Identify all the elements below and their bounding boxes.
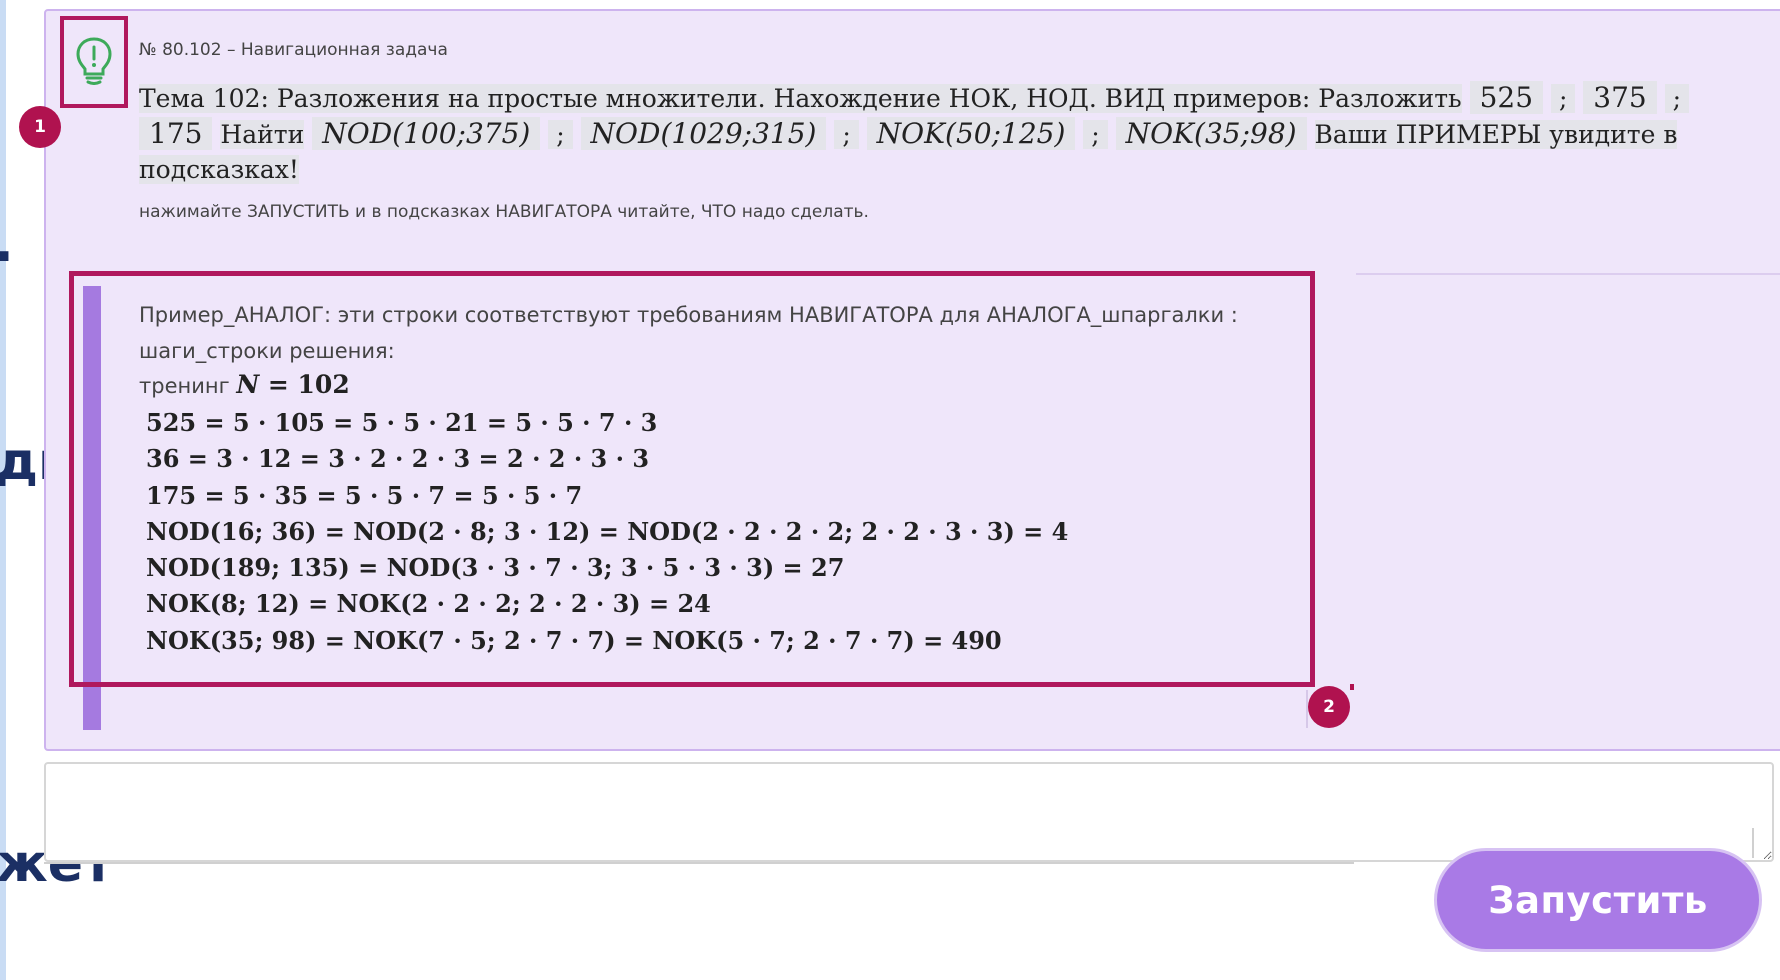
run-button[interactable]: Запустить <box>1434 848 1762 952</box>
topic-number: 375 <box>1583 81 1657 114</box>
topic-formula: NOD(1029;315) <box>580 117 827 150</box>
topic-separator: ; <box>1083 120 1108 149</box>
example-steps: 525 = 5 · 105 = 5 · 5 · 21 = 5 · 5 · 7 ·… <box>146 405 1068 659</box>
annotation-dot <box>1350 684 1354 690</box>
topic-separator: ; <box>548 120 573 149</box>
solution-step: 175 = 5 · 35 = 5 · 5 · 7 = 5 · 5 · 7 <box>146 480 583 510</box>
example-intro: Пример_АНАЛОГ: эти строки соответствуют … <box>139 297 1238 369</box>
annotation-marker-1: 1 <box>19 106 61 148</box>
input-underline <box>44 862 1354 864</box>
annotation-marker-2: 2 <box>1308 686 1350 728</box>
training-variable: N <box>236 370 260 399</box>
solution-step: NOD(16; 36) = NOD(2 · 8; 3 · 12) = NOD(2… <box>146 516 1069 546</box>
solution-step: NOK(8; 12) = NOK(2 · 2 · 2; 2 · 2 · 3) =… <box>146 589 711 619</box>
training-value: = 102 <box>259 370 350 399</box>
example-training-line: тренинг N = 102 <box>139 370 350 399</box>
topic-find-label: Найти <box>220 120 305 149</box>
topic-formula: NOK(50;125) <box>866 117 1076 150</box>
solution-step: NOD(189; 135) = NOD(3 · 3 · 7 · 3; 3 · 5… <box>146 553 845 583</box>
card-divider <box>1356 273 1780 275</box>
solution-step: 525 = 5 · 105 = 5 · 5 · 21 = 5 · 5 · 7 ·… <box>146 408 658 437</box>
task-instruction: нажимайте ЗАПУСТИТЬ и в подсказках НАВИГ… <box>139 202 869 222</box>
solution-step: NOK(35; 98) = NOK(7 · 5; 2 · 7 · 7) = NO… <box>146 625 1002 655</box>
training-label: тренинг <box>139 374 230 398</box>
input-resize-edge <box>1752 828 1754 858</box>
topic-separator: ; <box>1664 84 1690 113</box>
answer-input[interactable] <box>44 762 1774 862</box>
task-topic: Тема 102: Разложения на простые множител… <box>139 80 1759 187</box>
topic-number: 175 <box>139 117 213 150</box>
example-steps-caption: шаги_строки решения: <box>139 339 395 363</box>
topic-number: 525 <box>1469 81 1544 114</box>
hint-highlight-box[interactable] <box>60 16 128 108</box>
topic-formula: NOK(35;98) <box>1115 117 1307 150</box>
topic-formula: NOD(100;375) <box>312 117 541 150</box>
example-intro-text: Пример_АНАЛОГ: эти строки соответствуют … <box>139 303 1238 327</box>
background-text-dot: . <box>0 218 14 270</box>
topic-separator: ; <box>1551 84 1576 113</box>
topic-intro: Тема 102: Разложения на простые множител… <box>139 84 1462 113</box>
topic-separator: ; <box>834 120 859 149</box>
task-number-title: № 80.102 – Навигационная задача <box>139 40 448 60</box>
solution-step: 36 = 3 · 12 = 3 · 2 · 2 · 3 = 2 · 2 · 3 … <box>146 444 650 474</box>
lightbulb-icon[interactable] <box>75 35 113 89</box>
